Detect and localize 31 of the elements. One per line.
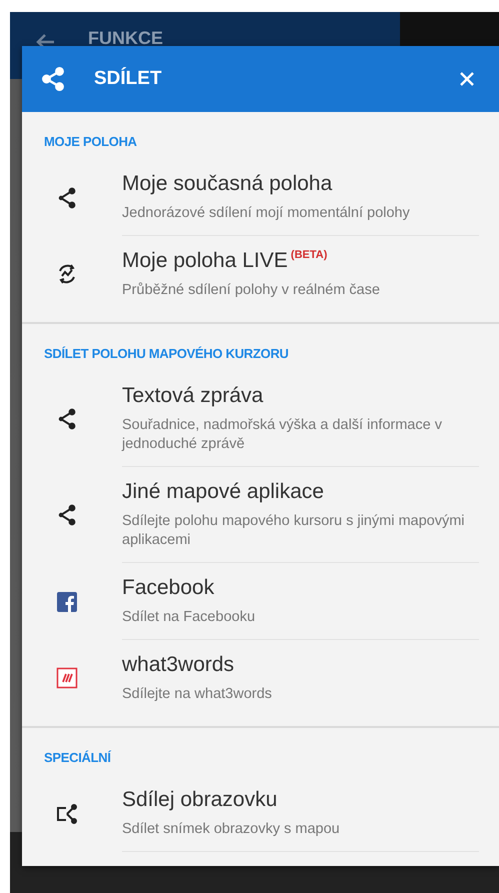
option-title: Moje současná poloha (122, 171, 332, 197)
option-description: Souřadnice, nadmořská výška a další informace v jednoduché zprávě (122, 416, 443, 454)
section-header: SPECIÁLNÍ (44, 749, 112, 767)
share-option[interactable]: Facebook Sdílet na Facebooku (44, 563, 479, 640)
option-description: Průběžné sdílení polohy v reálném čase (122, 281, 381, 300)
option-title: Moje poloha LIVE (122, 248, 288, 274)
share-icon (40, 66, 66, 92)
option-description: Sdílejte polohu mapového kursoru s jinými mapovými aplikacemi (122, 512, 466, 550)
screen-share-icon (55, 802, 79, 826)
share-option[interactable]: Textová zpráva Souřadnice, nadmořská výška a další informace v jednoduché zprávě (44, 371, 479, 467)
share-option[interactable]: Moje současná poloha Jednorázové sdílení mojí momentální polohy (44, 159, 479, 236)
option-title: Facebook (122, 575, 214, 601)
option-description: Sdílet na Facebooku (122, 608, 256, 627)
section-header: MOJE POLOHA (44, 133, 138, 151)
option-description: Sdílejte na what3words (122, 685, 273, 704)
option-description: Sdílet snímek obrazovky s mapou (122, 820, 341, 839)
dialog-title: SDÍLET (94, 68, 163, 90)
close-icon (459, 71, 475, 87)
beta-label: (BETA) (290, 248, 328, 262)
share-option[interactable]: Jiné mapové aplikace Sdílejte polohu mapového kursoru s jinými mapovými aplikacemi (44, 467, 479, 563)
facebook-icon (55, 590, 79, 614)
option-title: Jiné mapové aplikace (122, 479, 324, 505)
background-app-title: FUNKCE (88, 28, 163, 48)
option-title: Sdílej obrazovku (122, 787, 278, 813)
share-option[interactable]: Sdílej obrazovku Sdílet snímek obrazovky s mapou (44, 775, 479, 852)
share-option[interactable]: what3words Sdílejte na what3words (44, 640, 479, 716)
option-title: what3words (122, 652, 234, 678)
option-description: Jednorázové sdílení mojí momentální polohy (122, 204, 411, 223)
section-header: SDÍLET POLOHU MAPOVÉHO KURZORU (44, 345, 290, 363)
option-title: Textová zpráva (122, 383, 264, 409)
slashes-logo-icon (55, 666, 79, 690)
